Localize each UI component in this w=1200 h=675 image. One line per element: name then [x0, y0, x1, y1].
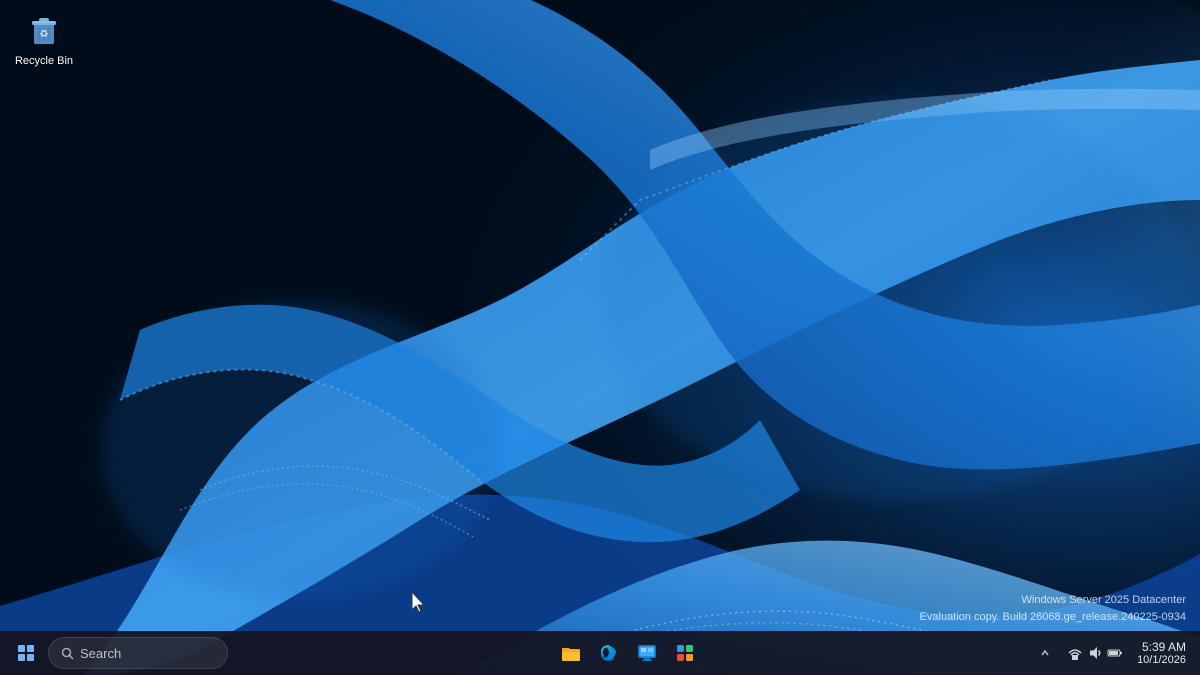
clock-date: 10/1/2026 [1137, 654, 1186, 666]
tray-chevron-button[interactable] [1031, 635, 1059, 671]
file-explorer-button[interactable] [553, 635, 589, 671]
volume-icon [1087, 645, 1103, 661]
wallpaper-ribbon [0, 0, 1200, 675]
tray-icons-group[interactable] [1061, 635, 1129, 671]
recycle-bin-label: Recycle Bin [15, 54, 73, 68]
recycle-bin-icon[interactable]: ♻ Recycle Bin [12, 10, 76, 68]
taskbar-app-icons [553, 635, 703, 671]
chevron-up-icon [1040, 648, 1050, 658]
taskbar: Search [0, 631, 1200, 675]
clock-time: 5:39 AM [1142, 640, 1186, 654]
start-button[interactable] [8, 635, 44, 671]
desktop: ♻ Recycle Bin Windows Server 2025 Datace… [0, 0, 1200, 675]
network-icon [1067, 645, 1083, 661]
edge-browser-button[interactable] [591, 635, 627, 671]
recycle-bin-graphic: ♻ [24, 10, 64, 50]
search-label: Search [80, 646, 121, 661]
store-button[interactable] [667, 635, 703, 671]
search-icon [61, 647, 74, 660]
svg-text:♻: ♻ [40, 29, 49, 40]
remote-desktop-button[interactable] [629, 635, 665, 671]
clock-area[interactable]: 5:39 AM 10/1/2026 [1131, 635, 1192, 671]
battery-icon [1107, 645, 1123, 661]
search-box[interactable]: Search [48, 637, 228, 669]
system-tray: 5:39 AM 10/1/2026 [1031, 635, 1192, 671]
